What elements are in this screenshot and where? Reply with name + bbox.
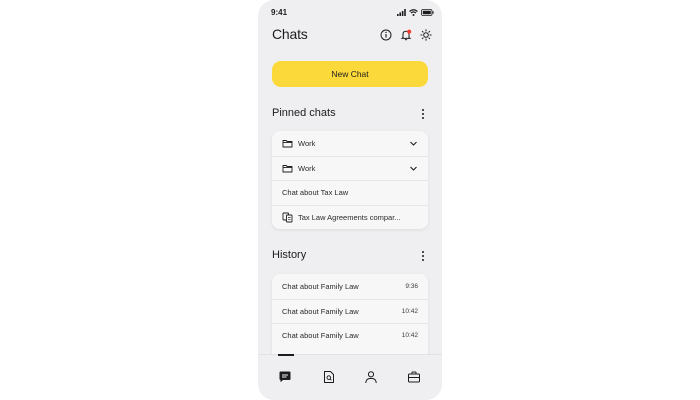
history-item-label: Chat about Family Law [282,306,359,316]
pinned-item-label: Tax Law Agreements compar... [298,212,401,222]
phone-screen: 9:41 Chats New Chat Pinned chats Work Wo… [258,0,442,400]
history-title: History [272,249,307,261]
pinned-chat-item[interactable]: Chat about Tax Law [272,180,428,205]
status-icons [397,9,434,16]
history-item[interactable]: Chat about Family Law 10:42 [272,323,428,348]
pinned-folder-work[interactable]: Work [272,155,428,181]
history-more-icon[interactable] [421,250,425,262]
new-chat-button[interactable]: New Chat [272,61,428,87]
pinned-document-item[interactable]: Tax Law Agreements compar... [272,204,428,230]
wifi-icon [409,9,418,16]
pinned-folder-work[interactable]: Work [272,131,428,156]
battery-icon [421,9,434,16]
document-search-icon[interactable] [322,370,336,384]
info-icon[interactable] [380,29,392,41]
history-item-time: 10:42 [401,307,418,315]
pinned-item-label: Chat about Tax Law [282,188,349,198]
history-item[interactable]: Chat about Family Law 10:42 [272,298,428,324]
history-item-time: 9:36 [405,282,418,290]
folder-icon [282,139,293,148]
status-bar: 9:41 [258,8,442,20]
folder-icon [282,164,293,173]
pinned-chats-list: Work Work Chat about Tax Law Tax Law Agr… [272,131,428,229]
history-item-label: Chat about Family Law [282,281,359,291]
profile-icon[interactable] [364,370,378,384]
status-time: 9:41 [271,8,288,17]
history-item-label: Chat about Family Law [282,331,359,341]
chevron-down-icon[interactable] [409,164,418,173]
pinned-more-icon[interactable] [421,108,425,120]
header-actions [380,29,432,41]
pinned-item-label: Work [298,163,316,173]
history-list: Chat about Family Law 9:36 Chat about Fa… [272,274,428,356]
sun-icon[interactable] [420,29,432,41]
signal-icon [397,9,406,16]
notification-dot [407,29,412,34]
active-tab-indicator [278,354,294,356]
chat-icon[interactable] [278,370,292,384]
pinned-item-label: Work [298,138,316,148]
bell-icon[interactable] [400,29,412,41]
document-compare-icon [282,212,293,223]
briefcase-icon[interactable] [407,370,421,384]
tab-bar [258,354,442,400]
chevron-down-icon[interactable] [409,139,418,148]
page-title: Chats [272,26,308,42]
history-item[interactable]: Chat about Family Law 9:36 [272,274,428,299]
history-item-time: 10:42 [401,332,418,340]
pinned-chats-title: Pinned chats [272,107,336,119]
